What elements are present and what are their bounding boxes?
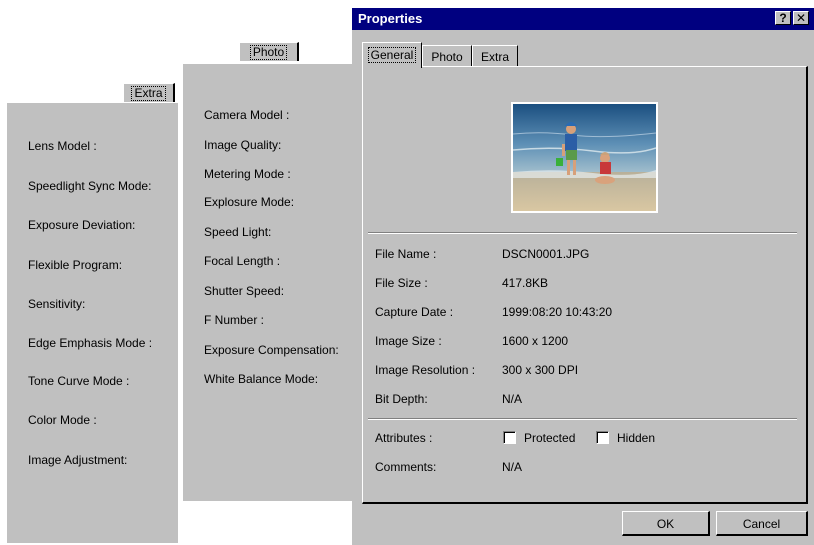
photo-row-metering-mode: Metering Mode : bbox=[204, 167, 291, 181]
file-size-value: 417.8KB bbox=[502, 276, 549, 290]
hidden-label[interactable]: Hidden bbox=[617, 431, 655, 445]
photo-row-exposure-compensation: Exposure Compensation: bbox=[204, 343, 339, 357]
extra-tab[interactable]: Extra bbox=[123, 83, 175, 102]
capture-date-value: 1999:08:20 10:43:20 bbox=[502, 305, 613, 319]
close-button[interactable]: ✕ bbox=[793, 11, 809, 25]
tab-extra[interactable]: Extra bbox=[472, 45, 518, 67]
extra-row-color-mode: Color Mode : bbox=[28, 413, 97, 427]
file-name-value: DSCN0001.JPG bbox=[502, 247, 590, 261]
comments-value: N/A bbox=[502, 460, 523, 474]
photo-row-image-quality: Image Quality: bbox=[204, 138, 282, 152]
photo-panel: Camera Model : Image Quality: Metering M… bbox=[180, 64, 352, 501]
bit-depth-value: N/A bbox=[502, 392, 523, 406]
extra-row-sensitivity: Sensitivity: bbox=[28, 297, 86, 311]
extra-row-exposure-deviation: Exposure Deviation: bbox=[28, 218, 136, 232]
beach-photo-image bbox=[512, 104, 657, 211]
extra-row-lens-model: Lens Model : bbox=[28, 139, 97, 153]
separator-bottom bbox=[368, 418, 797, 420]
extra-panel: Lens Model : Speedlight Sync Mode: Expos… bbox=[6, 102, 178, 543]
help-icon: ? bbox=[779, 11, 787, 25]
photo-row-speed-light: Speed Light: bbox=[204, 225, 272, 239]
file-name-label: File Name : bbox=[375, 247, 437, 261]
comments-label: Comments: bbox=[375, 460, 437, 474]
image-size-label: Image Size : bbox=[375, 334, 442, 348]
title-bar[interactable]: Properties ? ✕ bbox=[352, 8, 814, 30]
photo-tab[interactable]: Photo bbox=[239, 42, 299, 61]
photo-thumbnail bbox=[511, 102, 658, 213]
image-size-value: 1600 x 1200 bbox=[502, 334, 569, 348]
file-size-label: File Size : bbox=[375, 276, 428, 290]
separator-top bbox=[368, 232, 797, 234]
extra-row-flexible-program: Flexible Program: bbox=[28, 258, 123, 272]
close-icon: ✕ bbox=[795, 11, 807, 25]
bit-depth-label: Bit Depth: bbox=[375, 392, 428, 406]
attributes-label: Attributes : bbox=[375, 431, 433, 445]
photo-row-explosure-mode: Explosure Mode: bbox=[204, 195, 295, 209]
extra-row-edge-emphasis-mode: Edge Emphasis Mode : bbox=[28, 336, 153, 350]
tab-extra-label: Extra bbox=[480, 50, 509, 64]
extra-tab-label: Extra bbox=[131, 86, 166, 101]
capture-date-label: Capture Date : bbox=[375, 305, 454, 319]
tab-photo-label: Photo bbox=[431, 50, 463, 64]
image-resolution-label: Image Resolution : bbox=[375, 363, 476, 377]
photo-row-white-balance-mode: White Balance Mode: bbox=[204, 372, 319, 386]
protected-checkbox[interactable] bbox=[503, 431, 516, 444]
photo-row-camera-model: Camera Model : bbox=[204, 108, 290, 122]
dialog-title: Properties bbox=[358, 11, 423, 26]
photo-tab-label: Photo bbox=[249, 45, 288, 60]
cancel-button[interactable]: Cancel bbox=[716, 511, 808, 536]
image-resolution-value: 300 x 300 DPI bbox=[502, 363, 579, 377]
photo-row-shutter-speed: Shutter Speed: bbox=[204, 284, 285, 298]
extra-row-speedlight-sync-mode: Speedlight Sync Mode: bbox=[28, 179, 152, 193]
tab-general-label: General bbox=[367, 47, 417, 63]
hidden-checkbox[interactable] bbox=[596, 431, 609, 444]
photo-row-f-number: F Number : bbox=[204, 313, 265, 327]
help-button[interactable]: ? bbox=[775, 11, 791, 25]
photo-row-focal-length: Focal Length : bbox=[204, 254, 281, 268]
protected-label[interactable]: Protected bbox=[524, 431, 575, 445]
tab-general[interactable]: General bbox=[362, 42, 422, 68]
ok-button[interactable]: OK bbox=[622, 511, 710, 536]
tab-photo[interactable]: Photo bbox=[422, 45, 472, 67]
extra-row-image-adjustment: Image Adjustment: bbox=[28, 453, 128, 467]
extra-row-tone-curve-mode: Tone Curve Mode : bbox=[28, 374, 130, 388]
